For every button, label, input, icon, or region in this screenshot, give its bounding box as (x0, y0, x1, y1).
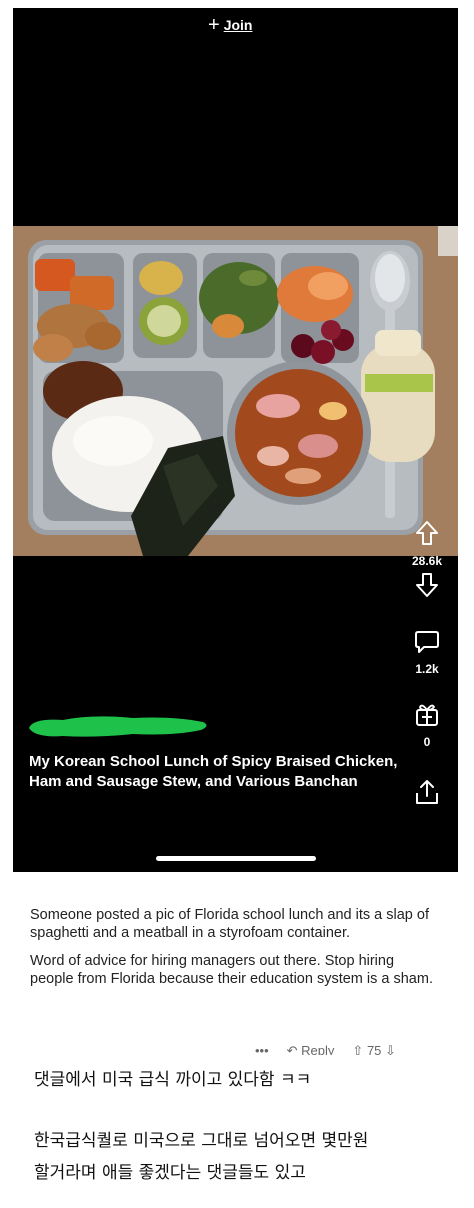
award-count: 0 (423, 735, 431, 749)
comment-paragraph: Word of advice for hiring managers out t… (30, 953, 433, 987)
join-button[interactable]: + Join (208, 14, 252, 36)
post-caption: My Korean School Lunch of Spicy Braised … (29, 753, 398, 790)
downvote-icon[interactable] (415, 572, 439, 598)
comment-body: Someone posted a pic of Florida school l… (30, 906, 440, 998)
reddit-post-screen: + Join 28.6k 1.2k 0 My Korean School Lun… (13, 8, 458, 872)
home-indicator (156, 856, 316, 861)
comment-actions: ••• ↶ Reply ⇧ 75 ⇩ (255, 1043, 396, 1055)
upvote-icon[interactable]: ⇧ (352, 1043, 367, 1055)
upvote-icon[interactable] (415, 520, 439, 546)
post-image[interactable] (13, 226, 458, 556)
comment-icon[interactable] (414, 628, 440, 654)
vote-control[interactable]: ⇧ 75 ⇩ (352, 1043, 396, 1055)
downvote-icon[interactable]: ⇩ (381, 1043, 396, 1055)
gift-icon[interactable] (414, 701, 440, 727)
more-options-button[interactable]: ••• (255, 1043, 269, 1055)
upvote-count: 28.6k (411, 554, 443, 568)
korean-line: 할거라며 애들 좋겠다는 댓글들도 있고 (34, 1163, 306, 1183)
comments-group: 1.2k (405, 628, 449, 676)
upvote-group: 28.6k (405, 520, 449, 568)
comment-paragraph: Someone posted a pic of Florida school l… (30, 907, 429, 941)
plus-icon: + (208, 14, 220, 36)
redacted-username (29, 716, 207, 737)
reply-button[interactable]: ↶ Reply (287, 1043, 335, 1055)
share-icon[interactable] (414, 778, 440, 806)
comment-count: 1.2k (415, 662, 439, 676)
reply-icon: ↶ (286, 1043, 302, 1055)
share-group (405, 778, 449, 806)
korean-line: 댓글에서 미국 급식 까이고 있다함 ㅋㅋ (34, 1070, 312, 1090)
korean-line: 한국급식퀄로 미국으로 그대로 넘어오면 몇만원 (34, 1131, 369, 1151)
awards-group: 0 (405, 701, 449, 749)
downvote-group (405, 572, 449, 598)
